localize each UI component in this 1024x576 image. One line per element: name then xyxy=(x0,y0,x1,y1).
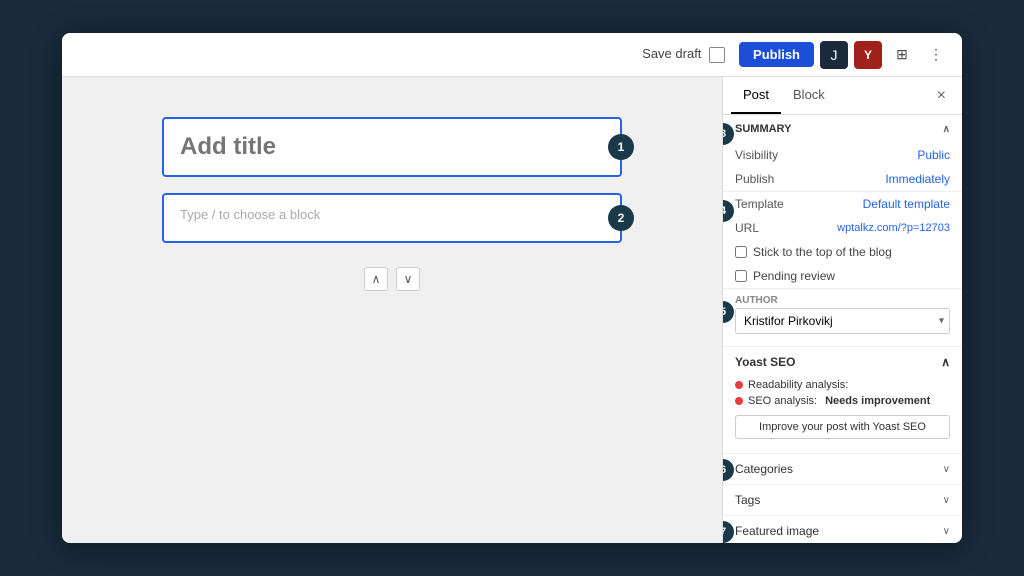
badge-6: 6 xyxy=(722,459,734,481)
title-block-badge: 1 xyxy=(608,134,634,160)
badge-3: 3 xyxy=(722,123,734,145)
title-input[interactable] xyxy=(180,133,604,161)
badge-5: 5 xyxy=(722,301,734,323)
tags-label: Tags xyxy=(735,493,760,507)
main-area: 1 Type / to choose a block 2 ∧ ∨ Post Bl… xyxy=(62,77,962,543)
sidebar: Post Block × 3 Summary ∧ Visibility Publ… xyxy=(722,77,962,543)
categories-chevron: ∨ xyxy=(943,464,950,475)
title-block: 1 xyxy=(162,117,622,177)
featured-image-chevron: ∨ xyxy=(943,526,950,537)
template-value[interactable]: Default template xyxy=(863,197,950,211)
more-button[interactable]: ⋮ xyxy=(922,41,950,69)
author-section: 5 AUTHOR Kristifor Pirkovikj ▾ xyxy=(723,289,962,347)
sidebar-tabs: Post Block × xyxy=(723,77,962,115)
categories-row[interactable]: Categories ∨ xyxy=(723,454,962,485)
summary-header[interactable]: Summary ∧ xyxy=(723,115,962,143)
sticky-row: Stick to the top of the blog xyxy=(723,240,962,264)
tab-post[interactable]: Post xyxy=(731,77,781,114)
yoast-chevron: ∧ xyxy=(941,355,950,369)
visibility-label: Visibility xyxy=(735,148,778,162)
yoast-section: Yoast SEO ∧ Readability analysis: SEO an… xyxy=(723,347,962,454)
readability-row: Readability analysis: xyxy=(723,377,962,393)
seo-dot xyxy=(735,397,743,405)
editor-inner: 1 Type / to choose a block 2 ∧ ∨ xyxy=(162,117,622,291)
template-section: 4 Template Default template URL wptalkz.… xyxy=(723,192,962,289)
template-row: Template Default template xyxy=(723,192,962,216)
yoast-label: Yoast SEO xyxy=(735,355,795,369)
editor-area: 1 Type / to choose a block 2 ∧ ∨ xyxy=(62,77,722,543)
pending-checkbox[interactable] xyxy=(735,270,747,282)
author-label: AUTHOR xyxy=(723,289,962,308)
publish-button[interactable]: Publish xyxy=(739,42,814,67)
pending-row: Pending review xyxy=(723,264,962,288)
featured-image-label: Featured image xyxy=(735,524,819,538)
content-placeholder: Type / to choose a block xyxy=(180,207,604,222)
readability-dot xyxy=(735,381,743,389)
seo-value: Needs improvement xyxy=(825,395,930,407)
scroll-up-button[interactable]: ∧ xyxy=(364,267,388,291)
sidebar-close-button[interactable]: × xyxy=(929,79,954,113)
yoast-improve-button[interactable]: Improve your post with Yoast SEO xyxy=(735,415,950,439)
url-label: URL xyxy=(735,221,759,235)
seo-row: SEO analysis: Needs improvement xyxy=(723,393,962,409)
url-row: URL wptalkz.com/?p=12703 xyxy=(723,216,962,240)
author-select-wrap: Kristifor Pirkovikj ▾ xyxy=(735,308,950,334)
yoast-button[interactable]: Y xyxy=(854,41,882,69)
save-draft-icon xyxy=(709,47,725,63)
yoast-header[interactable]: Yoast SEO ∧ xyxy=(723,347,962,377)
tab-block[interactable]: Block xyxy=(781,77,837,114)
seo-label: SEO analysis: xyxy=(748,395,817,407)
summary-label: Summary xyxy=(735,123,791,135)
jetpack-button[interactable]: J xyxy=(820,41,848,69)
summary-chevron: ∧ xyxy=(943,124,950,135)
categories-label: Categories xyxy=(735,462,793,476)
pending-label: Pending review xyxy=(753,269,835,283)
tags-chevron: ∨ xyxy=(943,495,950,506)
url-value[interactable]: wptalkz.com/?p=12703 xyxy=(837,222,950,234)
tags-row[interactable]: Tags ∨ xyxy=(723,485,962,516)
main-window: Save draft Publish J Y ⊞ ⋮ 1 Type / to c… xyxy=(62,33,962,543)
categories-section: 6 Categories ∨ xyxy=(723,454,962,485)
toolbar: Save draft Publish J Y ⊞ ⋮ xyxy=(62,33,962,77)
summary-section: 3 Summary ∧ Visibility Public Publish Im… xyxy=(723,115,962,192)
featured-image-section: 7 Featured image ∨ xyxy=(723,516,962,543)
scroll-down-button[interactable]: ∨ xyxy=(396,267,420,291)
content-block[interactable]: Type / to choose a block 2 xyxy=(162,193,622,243)
readability-label: Readability analysis: xyxy=(748,379,848,391)
save-draft-button[interactable]: Save draft xyxy=(634,42,733,67)
content-block-badge: 2 xyxy=(608,205,634,231)
save-draft-label: Save draft xyxy=(642,46,701,61)
featured-image-row[interactable]: Featured image ∨ xyxy=(723,516,962,543)
badge-4: 4 xyxy=(722,200,734,222)
publish-row: Publish Immediately xyxy=(723,167,962,191)
visibility-row: Visibility Public xyxy=(723,143,962,167)
settings-button[interactable]: ⊞ xyxy=(888,41,916,69)
sticky-checkbox[interactable] xyxy=(735,246,747,258)
visibility-value[interactable]: Public xyxy=(917,148,950,162)
badge-7: 7 xyxy=(722,521,734,543)
author-select[interactable]: Kristifor Pirkovikj xyxy=(735,308,950,334)
editor-footer: ∧ ∨ xyxy=(162,267,622,291)
publish-value[interactable]: Immediately xyxy=(885,172,950,186)
sticky-label: Stick to the top of the blog xyxy=(753,245,892,259)
template-label: Template xyxy=(735,197,784,211)
publish-label: Publish xyxy=(735,172,774,186)
